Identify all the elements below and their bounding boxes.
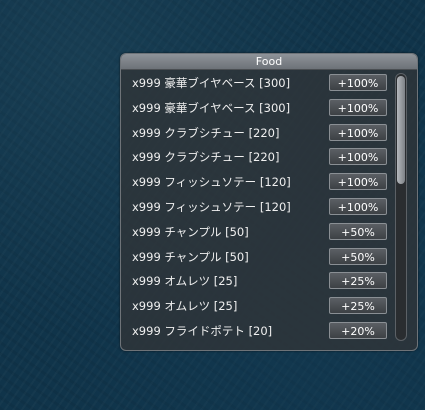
- food-item-label: x999 フライドポテト [20]: [132, 323, 273, 338]
- food-item-label: x999 フィッシュソテー [120]: [132, 175, 291, 190]
- list-item: x999 フライドポテト [20] +20%: [121, 318, 391, 343]
- food-bonus-button[interactable]: +20%: [329, 321, 387, 339]
- panel-title: Food: [121, 54, 417, 70]
- food-list: x999 豪華ブイヤベース [300] +100% x999 豪華ブイヤベース …: [121, 70, 391, 346]
- list-item: x999 クラブシチュー [220] +100%: [121, 144, 391, 169]
- food-item-label: x999 クラブシチュー [220]: [132, 150, 280, 165]
- food-item-label: x999 フィッシュソテー [120]: [132, 199, 291, 214]
- list-item: x999 クラブシチュー [220] +100%: [121, 120, 391, 145]
- food-item-label: x999 豪華ブイヤベース [300]: [132, 76, 291, 90]
- list-item: x999 フィッシュソテー [120] +100%: [121, 169, 391, 194]
- food-item-label: x999 チャンプル [50]: [132, 249, 249, 264]
- list-item: x999 チャンプル [50] +50%: [121, 244, 391, 269]
- food-panel: Food x999 豪華ブイヤベース [300] +100% x999 豪華ブイ…: [120, 53, 418, 351]
- food-bonus-button[interactable]: +100%: [329, 98, 387, 116]
- list-item: x999 オムレツ [25] +25%: [121, 293, 391, 318]
- food-bonus-button[interactable]: +100%: [329, 123, 387, 141]
- food-item-label: x999 クラブシチュー [220]: [132, 125, 280, 140]
- food-bonus-button[interactable]: +50%: [329, 222, 387, 240]
- list-item: x999 豪華ブイヤベース [300] +100%: [121, 95, 391, 120]
- food-item-label: x999 チャンプル [50]: [132, 224, 249, 239]
- list-item: x999 フィッシュソテー [120] +100%: [121, 194, 391, 219]
- food-item-label: x999 オムレツ [25]: [132, 274, 238, 289]
- food-item-label: x999 豪華ブイヤベース [300]: [132, 100, 291, 115]
- list-item: x999 チャンプル [50] +50%: [121, 219, 391, 244]
- food-bonus-button[interactable]: +100%: [329, 197, 387, 215]
- list-item: x999 豪華ブイヤベース [300] +100%: [121, 70, 391, 95]
- food-bonus-button[interactable]: +50%: [329, 247, 387, 265]
- food-item-label: x999 オムレツ [25]: [132, 299, 238, 314]
- list-item: x999 オムレツ [25] +25%: [121, 268, 391, 293]
- food-bonus-button[interactable]: +100%: [329, 148, 387, 166]
- food-bonus-button[interactable]: +25%: [329, 297, 387, 315]
- food-bonus-button[interactable]: +25%: [329, 272, 387, 290]
- scrollbar[interactable]: [395, 73, 407, 341]
- food-bonus-button[interactable]: +100%: [329, 173, 387, 191]
- food-bonus-button[interactable]: +100%: [329, 74, 387, 91]
- scrollbar-thumb[interactable]: [397, 76, 405, 184]
